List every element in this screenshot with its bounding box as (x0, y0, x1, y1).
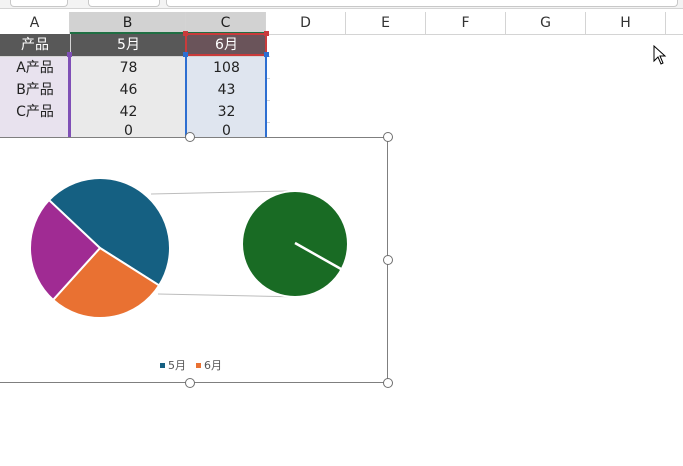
legend-swatch (196, 362, 201, 368)
legend-label: 5月 (168, 359, 186, 372)
chart-resize-handle-top[interactable] (185, 132, 195, 142)
pie-of-pie-chart[interactable] (0, 0, 683, 466)
chart-legend[interactable]: 5月 6月 (160, 357, 222, 373)
chart-resize-handle-bottom-right[interactable] (383, 378, 393, 388)
legend-swatch (160, 362, 165, 368)
chart-resize-handle-top-right[interactable] (383, 132, 393, 142)
legend-item-june[interactable]: 6月 (196, 357, 222, 373)
series-connector-line (150, 190, 289, 195)
chart-resize-handle-bottom[interactable] (185, 378, 195, 388)
mouse-pointer-icon (653, 45, 667, 65)
legend-label: 6月 (204, 359, 222, 372)
legend-item-may[interactable]: 5月 (160, 357, 186, 373)
chart-resize-handle-right[interactable] (383, 255, 393, 265)
